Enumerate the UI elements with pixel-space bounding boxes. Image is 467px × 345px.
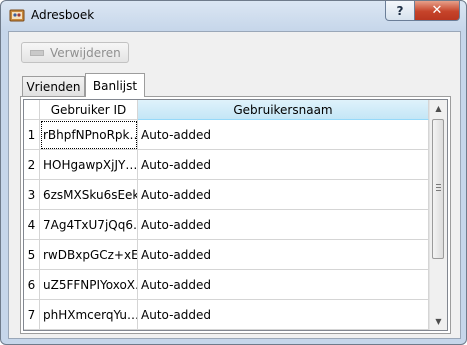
user-id-cell[interactable]: rBhpfNPnoRpk… — [40, 120, 138, 150]
row-number[interactable]: 7 — [24, 300, 40, 330]
username-cell[interactable]: Auto-added — [138, 300, 429, 330]
remove-button-label: Verwijderen — [50, 45, 121, 60]
tab-vrienden[interactable]: Vrienden — [22, 76, 85, 96]
window-title: Adresboek — [31, 8, 95, 22]
user-id-cell[interactable]: 7Ag4TxU7jQq6… — [40, 210, 138, 240]
column-header-label: Gebruiker ID — [50, 102, 127, 117]
close-button[interactable]: ✕ — [414, 1, 460, 21]
row-number[interactable]: 6 — [24, 270, 40, 300]
scroll-up-arrow-icon[interactable]: ▲ — [430, 100, 447, 117]
grip-line — [436, 187, 441, 188]
username-cell[interactable]: Auto-added — [138, 180, 429, 210]
table-row[interactable]: 6 uZ5FFNPIYoxoX… Auto-added — [24, 270, 429, 300]
user-id-cell[interactable]: HOHgawpXjJY… — [40, 150, 138, 180]
remove-button[interactable]: Verwijderen — [21, 42, 129, 63]
address-book-window: Adresboek ? ✕ Verwijderen Vrienden Banli… — [0, 0, 467, 345]
scroll-down-arrow-icon[interactable]: ▼ — [430, 313, 447, 330]
table-row[interactable]: 3 6zsMXSku6sEek… Auto-added — [24, 180, 429, 210]
address-book-icon — [9, 8, 25, 22]
username-cell[interactable]: Auto-added — [138, 150, 429, 180]
dialog-body: Verwijderen Vrienden Banlijst Gebruiker … — [8, 31, 461, 339]
row-number[interactable]: 4 — [24, 210, 40, 240]
ban-table: Gebruiker ID Gebruikersnaam 1 rBhpfNPnoR… — [23, 99, 448, 331]
title-bar[interactable]: Adresboek ? ✕ — [1, 1, 466, 31]
help-icon: ? — [396, 3, 404, 18]
username-cell[interactable]: Auto-added — [138, 120, 429, 150]
username-cell[interactable]: Auto-added — [138, 270, 429, 300]
column-header-username[interactable]: Gebruikersnaam — [138, 100, 429, 120]
column-header-user-id[interactable]: Gebruiker ID — [40, 100, 138, 120]
row-number[interactable]: 2 — [24, 150, 40, 180]
table-row[interactable]: 2 HOHgawpXjJY… Auto-added — [24, 150, 429, 180]
username-cell[interactable]: Auto-added — [138, 240, 429, 270]
user-id-cell[interactable]: uZ5FFNPIYoxoX… — [40, 270, 138, 300]
row-number[interactable]: 1 — [24, 120, 40, 150]
help-button[interactable]: ? — [385, 1, 415, 21]
table-row[interactable]: 1 rBhpfNPnoRpk… Auto-added — [24, 120, 429, 150]
header-corner[interactable] — [24, 100, 40, 120]
vertical-scrollbar[interactable]: ▲ ▼ — [429, 100, 447, 330]
scrollbar-thumb[interactable] — [432, 119, 444, 259]
table-row[interactable]: 7 phHXmcerqYu… Auto-added — [24, 300, 429, 330]
username-cell[interactable]: Auto-added — [138, 210, 429, 240]
tab-label: Vrienden — [26, 79, 81, 94]
banlijst-panel: Gebruiker ID Gebruikersnaam 1 rBhpfNPnoR… — [20, 96, 451, 334]
tab-banlijst[interactable]: Banlijst — [85, 73, 145, 97]
close-icon: ✕ — [431, 3, 443, 18]
remove-icon — [30, 49, 44, 56]
user-id-cell[interactable]: 6zsMXSku6sEek… — [40, 180, 138, 210]
grip-line — [436, 184, 441, 185]
grip-line — [436, 190, 441, 191]
table-row[interactable]: 4 7Ag4TxU7jQq6… Auto-added — [24, 210, 429, 240]
row-number[interactable]: 5 — [24, 240, 40, 270]
column-header-label: Gebruikersnaam — [233, 102, 333, 117]
tab-label: Banlijst — [92, 78, 138, 93]
user-id-cell[interactable]: rwDBxpGCz+xE… — [40, 240, 138, 270]
user-id-cell[interactable]: phHXmcerqYu… — [40, 300, 138, 330]
row-number[interactable]: 3 — [24, 180, 40, 210]
table-row[interactable]: 5 rwDBxpGCz+xE… Auto-added — [24, 240, 429, 270]
